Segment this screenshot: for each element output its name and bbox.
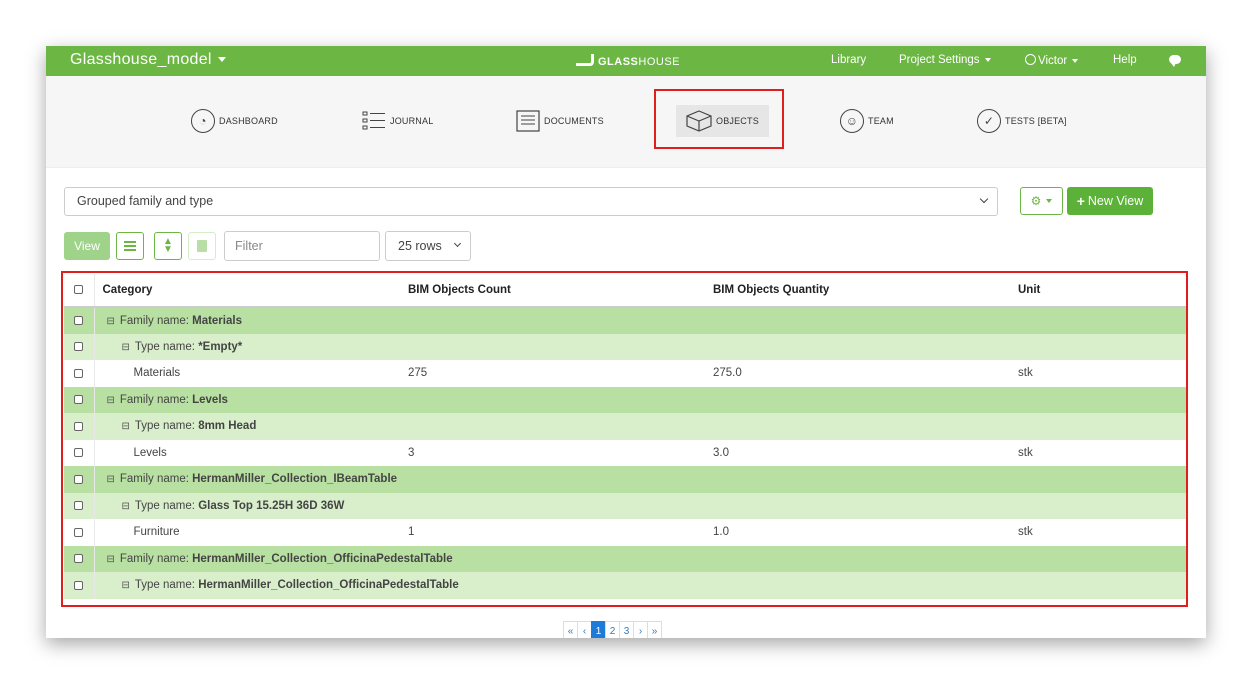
logo-text-bold: GLASS <box>598 56 639 68</box>
page-first[interactable]: « <box>563 621 578 638</box>
view-settings-button[interactable]: ⚙ <box>1020 187 1063 215</box>
nav-library-label: Library <box>831 54 867 66</box>
project-name: Glasshouse_model <box>70 51 212 68</box>
module-team[interactable]: ☺ TEAM <box>840 106 894 136</box>
objects-annotation-box <box>654 89 784 149</box>
table-annotation-box <box>61 271 1188 607</box>
module-documents-label: DOCUMENTS <box>544 116 604 126</box>
sort-button[interactable]: ▲ ▼ <box>154 232 182 260</box>
chevron-down-icon <box>453 239 462 248</box>
module-dashboard[interactable]: ◔ DASHBOARD <box>191 106 278 136</box>
nav-project-settings-label: Project Settings <box>899 54 980 66</box>
logo-text-light: HOUSE <box>638 56 681 68</box>
app-window: Glasshouse_model GLASSHOUSE Library Proj… <box>46 46 1206 638</box>
module-tests[interactable]: ✓ TESTS [BETA] <box>977 106 1067 136</box>
project-switcher[interactable]: Glasshouse_model <box>70 51 226 69</box>
page-prev[interactable]: ‹ <box>577 621 592 638</box>
journal-list-icon <box>362 110 386 132</box>
caret-down-icon <box>1046 199 1053 203</box>
user-icon <box>1025 54 1036 65</box>
module-documents[interactable]: DOCUMENTS <box>516 106 604 136</box>
module-tests-label: TESTS [BETA] <box>1005 116 1067 126</box>
nav-user-label: Victor <box>1038 55 1068 67</box>
gear-icon: ⚙ <box>1030 194 1042 208</box>
file-icon <box>197 240 207 252</box>
plus-icon: + <box>1076 193 1085 209</box>
chevron-down-icon <box>979 194 989 204</box>
speedometer-icon: ◔ <box>191 109 215 133</box>
checkmark-icon: ✓ <box>977 109 1001 133</box>
module-dashboard-label: DASHBOARD <box>219 116 278 126</box>
list-view-button[interactable] <box>116 232 144 260</box>
view-select-value: Grouped family and type <box>77 194 214 208</box>
sort-icon: ▲ ▼ <box>163 236 173 255</box>
nav-library[interactable]: Library <box>831 54 866 66</box>
page-next[interactable]: › <box>633 621 648 638</box>
nav-user-menu[interactable]: Victor <box>1025 54 1079 67</box>
pagination: « ‹ 1 2 3 › » <box>563 621 662 638</box>
person-icon: ☺ <box>840 109 864 133</box>
chat-icon[interactable] <box>1169 55 1181 67</box>
module-journal-label: JOURNAL <box>390 116 434 126</box>
page-number[interactable]: 2 <box>605 621 620 638</box>
page-last[interactable]: » <box>647 621 662 638</box>
caret-down-icon <box>1072 58 1079 63</box>
module-nav: ◔ DASHBOARD JOURNAL DOCUMENTS OBJECTS ☺ … <box>46 76 1206 168</box>
top-bar: Glasshouse_model GLASSHOUSE Library Proj… <box>46 46 1206 76</box>
page-number[interactable]: 3 <box>619 621 634 638</box>
new-view-label: New View <box>1087 194 1144 208</box>
document-icon <box>516 110 540 132</box>
view-button[interactable]: View <box>64 232 110 260</box>
rows-per-page-value: 25 rows <box>398 239 442 253</box>
glasshouse-logo[interactable]: GLASSHOUSE <box>576 54 680 68</box>
nav-project-settings[interactable]: Project Settings <box>899 54 991 66</box>
module-journal[interactable]: JOURNAL <box>362 106 433 136</box>
filter-input[interactable] <box>224 231 380 261</box>
nav-help[interactable]: Help <box>1113 54 1137 66</box>
view-select[interactable]: Grouped family and type <box>64 187 998 216</box>
logo-mark-icon <box>576 54 594 66</box>
caret-down-icon <box>217 57 226 63</box>
list-icon <box>124 241 136 251</box>
view-button-label: View <box>74 239 100 253</box>
page-number[interactable]: 1 <box>591 621 606 638</box>
nav-help-label: Help <box>1113 54 1137 66</box>
export-button[interactable] <box>188 232 216 260</box>
new-view-button[interactable]: + New View <box>1067 187 1153 215</box>
module-team-label: TEAM <box>868 116 894 126</box>
rows-per-page-select[interactable]: 25 rows <box>385 231 471 261</box>
caret-down-icon <box>984 57 991 62</box>
